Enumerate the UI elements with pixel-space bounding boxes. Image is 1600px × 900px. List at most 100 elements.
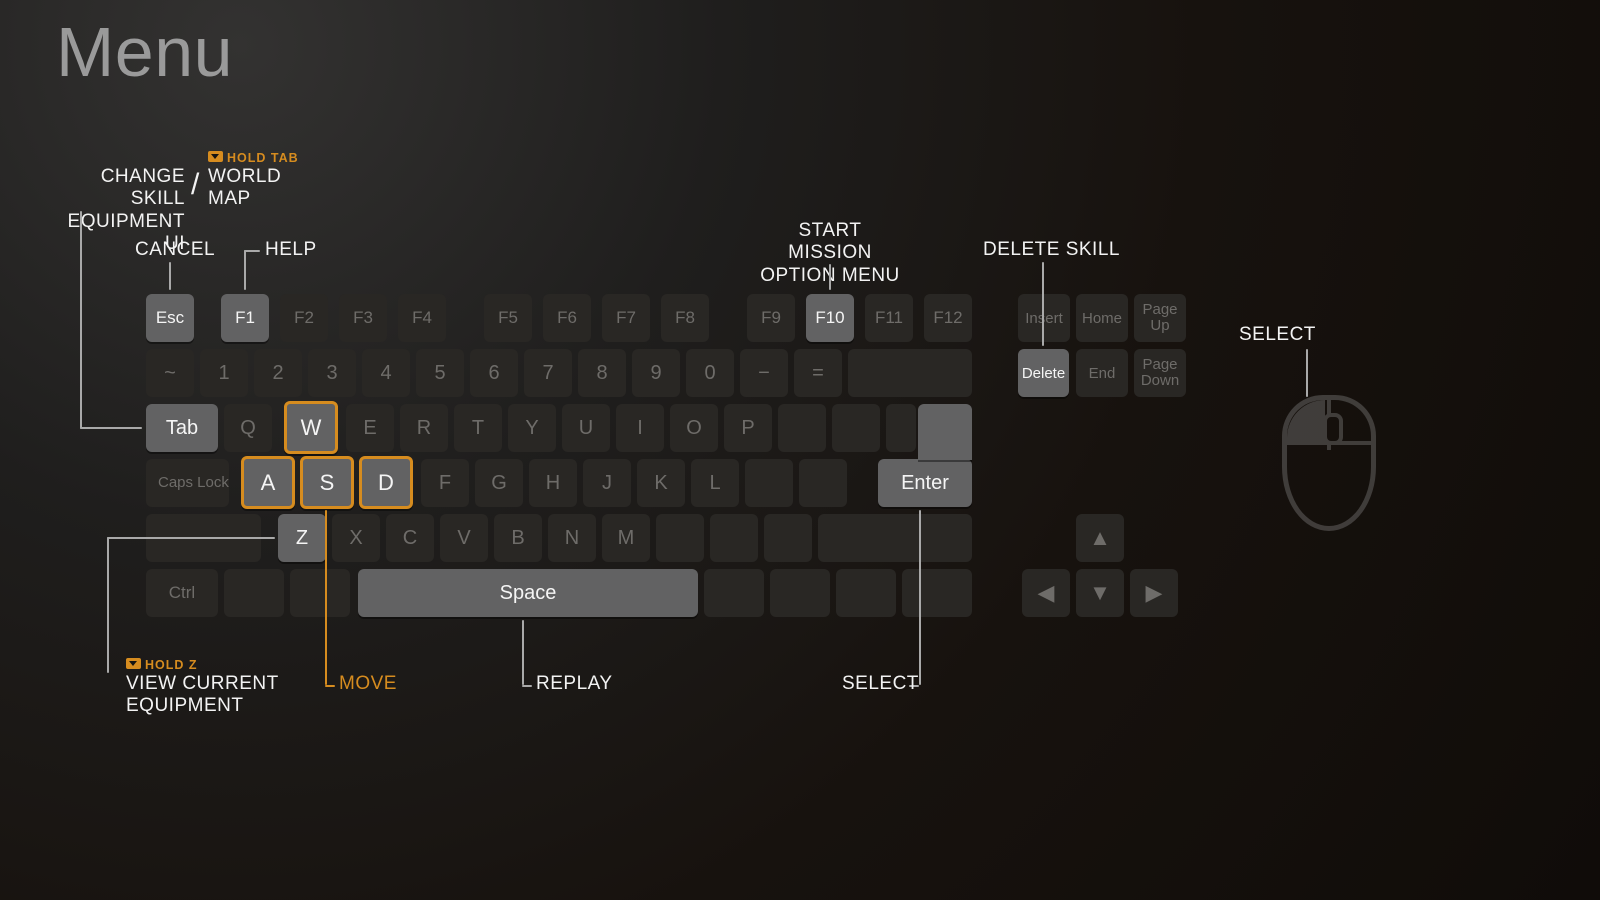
leader-line bbox=[325, 685, 335, 687]
leader-line bbox=[829, 264, 831, 290]
key-delete[interactable]: Delete bbox=[1018, 349, 1069, 397]
key-tilde: ~ bbox=[146, 349, 194, 397]
key-f10[interactable]: F10 bbox=[806, 294, 854, 342]
key-menu bbox=[836, 569, 896, 617]
hold-tab-badge: HOLD TAB bbox=[208, 151, 299, 165]
key-m: M bbox=[602, 514, 650, 562]
leader-line bbox=[1042, 262, 1044, 346]
key-home: Home bbox=[1076, 294, 1128, 342]
key-9: 9 bbox=[632, 349, 680, 397]
leader-line bbox=[244, 250, 246, 290]
key-f8: F8 bbox=[661, 294, 709, 342]
key-backspace bbox=[848, 349, 972, 397]
key-f5: F5 bbox=[484, 294, 532, 342]
page-title: Menu bbox=[56, 12, 233, 92]
key-n: N bbox=[548, 514, 596, 562]
leader-line bbox=[522, 685, 532, 687]
key-arrow-right: ▶ bbox=[1130, 569, 1178, 617]
leader-line bbox=[80, 427, 142, 429]
key-f: F bbox=[421, 459, 469, 507]
key-v: V bbox=[440, 514, 488, 562]
leader-line bbox=[80, 211, 82, 429]
key-q: Q bbox=[224, 404, 272, 452]
label-delete-skill: DELETE SKILL bbox=[983, 239, 1120, 261]
key-z[interactable]: Z bbox=[278, 514, 326, 562]
key-bracket-r bbox=[832, 404, 880, 452]
key-i: I bbox=[616, 404, 664, 452]
key-capslock: Caps Lock bbox=[146, 459, 229, 507]
chevron-right-icon: ▶ bbox=[1130, 569, 1178, 617]
key-shift-r bbox=[818, 514, 972, 562]
leader-line bbox=[1306, 349, 1308, 397]
key-f9: F9 bbox=[747, 294, 795, 342]
key-7: 7 bbox=[524, 349, 572, 397]
key-w[interactable]: W bbox=[284, 401, 338, 454]
chevron-left-icon: ◀ bbox=[1022, 569, 1070, 617]
key-pageup: Page Up bbox=[1134, 294, 1186, 342]
key-arrow-down: ▼ bbox=[1076, 569, 1124, 617]
key-r: R bbox=[400, 404, 448, 452]
key-enter-top[interactable] bbox=[918, 404, 972, 460]
key-6: 6 bbox=[470, 349, 518, 397]
key-t: T bbox=[454, 404, 502, 452]
key-a[interactable]: A bbox=[241, 456, 295, 509]
key-period bbox=[710, 514, 758, 562]
key-s[interactable]: S bbox=[300, 456, 354, 509]
key-b: B bbox=[494, 514, 542, 562]
key-5: 5 bbox=[416, 349, 464, 397]
key-tab[interactable]: Tab bbox=[146, 404, 218, 452]
leader-line bbox=[107, 537, 109, 673]
label-world-map: WORLD MAP bbox=[208, 166, 281, 211]
key-ctrl-r bbox=[902, 569, 972, 617]
key-2: 2 bbox=[254, 349, 302, 397]
key-f11: F11 bbox=[865, 294, 913, 342]
leader-line bbox=[107, 537, 275, 539]
key-minus: − bbox=[740, 349, 788, 397]
mouse-icon bbox=[1282, 395, 1376, 531]
key-quote bbox=[799, 459, 847, 507]
key-c: C bbox=[386, 514, 434, 562]
key-pagedown: Page Down bbox=[1134, 349, 1186, 397]
key-backslash bbox=[886, 404, 916, 452]
key-x: X bbox=[332, 514, 380, 562]
key-space[interactable]: Space bbox=[358, 569, 698, 617]
key-semicolon bbox=[745, 459, 793, 507]
key-win-r bbox=[770, 569, 830, 617]
key-u: U bbox=[562, 404, 610, 452]
chevron-up-icon: ▲ bbox=[1076, 514, 1124, 562]
key-f4: F4 bbox=[398, 294, 446, 342]
key-1: 1 bbox=[200, 349, 248, 397]
key-enter[interactable]: Enter bbox=[878, 459, 972, 507]
mouse-left-button-icon bbox=[1287, 400, 1325, 442]
slash-icon: / bbox=[191, 168, 199, 202]
key-slash bbox=[764, 514, 812, 562]
label-mouse-select: SELECT bbox=[1239, 324, 1316, 346]
label-replay: REPLAY bbox=[536, 673, 613, 695]
key-ctrl: Ctrl bbox=[146, 569, 218, 617]
key-y: Y bbox=[508, 404, 556, 452]
key-4: 4 bbox=[362, 349, 410, 397]
label-help: HELP bbox=[265, 239, 317, 261]
key-d[interactable]: D bbox=[359, 456, 413, 509]
label-view-equipment: VIEW CURRENTEQUIPMENT bbox=[126, 673, 279, 718]
leader-line bbox=[169, 262, 171, 290]
key-o: O bbox=[670, 404, 718, 452]
key-j: J bbox=[583, 459, 631, 507]
key-f2: F2 bbox=[280, 294, 328, 342]
key-bracket-l bbox=[778, 404, 826, 452]
key-esc[interactable]: Esc bbox=[146, 294, 194, 342]
leader-line bbox=[919, 510, 921, 685]
key-alt-r bbox=[704, 569, 764, 617]
key-0: 0 bbox=[686, 349, 734, 397]
label-cancel: CANCEL bbox=[135, 239, 215, 261]
key-end: End bbox=[1076, 349, 1128, 397]
leader-line bbox=[244, 250, 260, 252]
key-e: E bbox=[346, 404, 394, 452]
key-f3: F3 bbox=[339, 294, 387, 342]
key-win-l bbox=[224, 569, 284, 617]
key-equals: = bbox=[794, 349, 842, 397]
key-alt-l bbox=[290, 569, 350, 617]
key-f1[interactable]: F1 bbox=[221, 294, 269, 342]
key-f7: F7 bbox=[602, 294, 650, 342]
key-l: L bbox=[691, 459, 739, 507]
